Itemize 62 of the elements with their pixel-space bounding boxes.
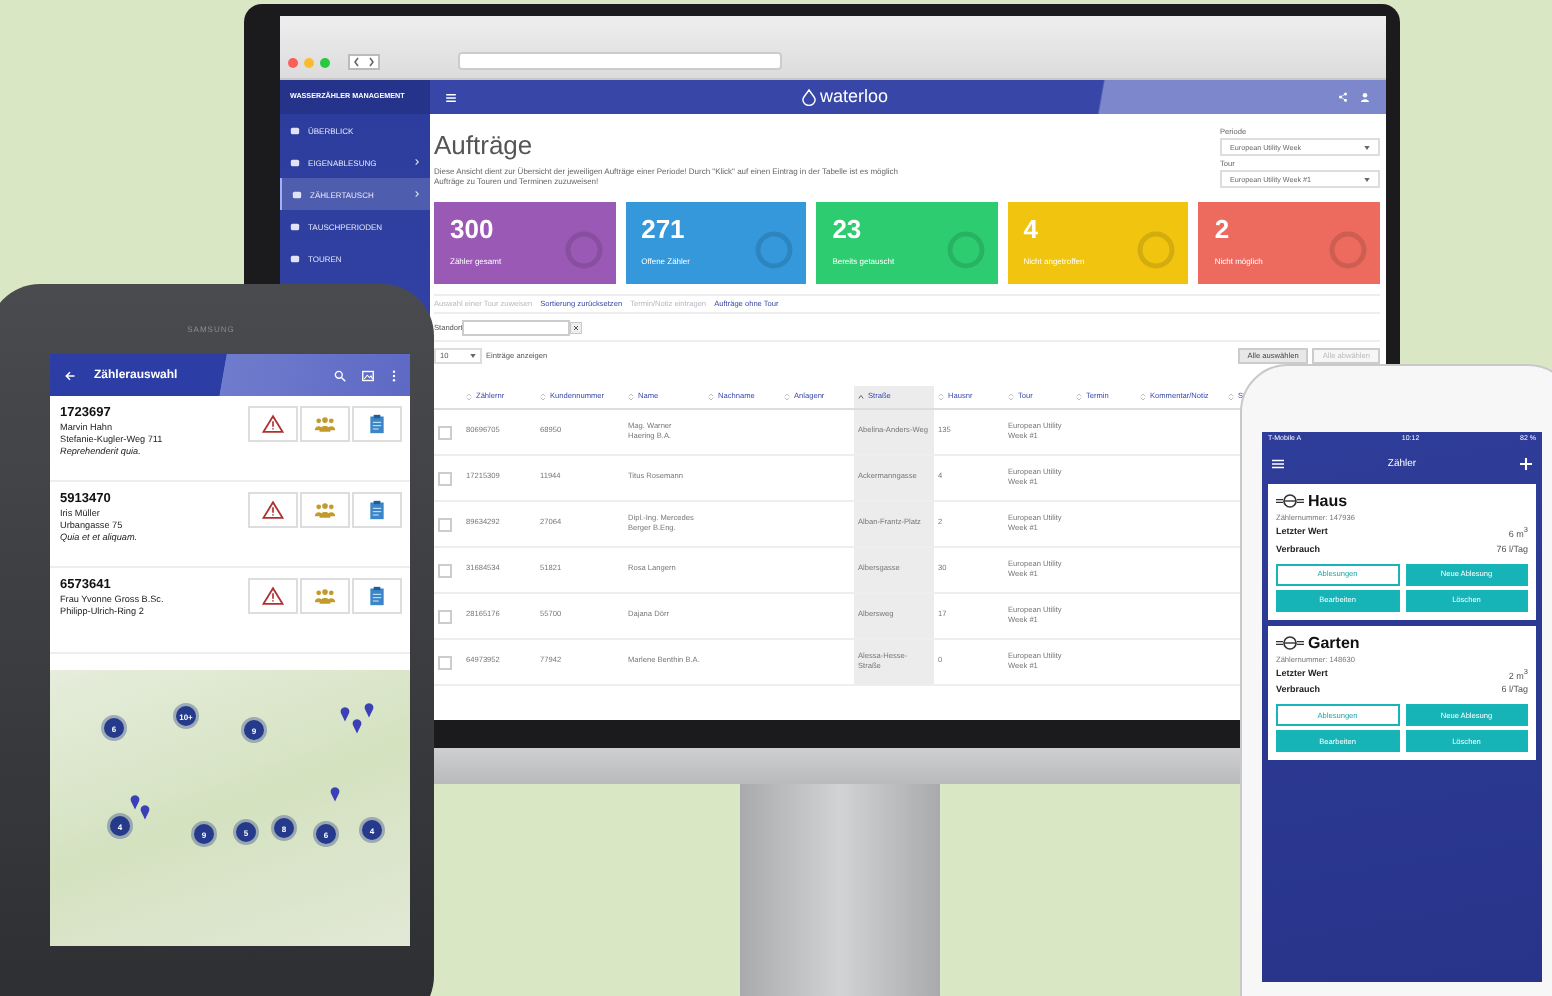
clear-icon[interactable] <box>570 321 583 333</box>
menu-icon[interactable] <box>446 93 456 101</box>
warning-icon <box>262 414 284 434</box>
warning-button[interactable] <box>248 406 298 442</box>
menu-item-icon <box>290 253 300 263</box>
drop-logo-icon <box>802 87 816 105</box>
map-pin-icon[interactable] <box>330 786 340 802</box>
window-zoom-button[interactable] <box>320 58 330 68</box>
clipboard-button[interactable] <box>352 578 402 614</box>
menu-icon[interactable] <box>1272 457 1284 469</box>
location-field[interactable] <box>462 319 571 335</box>
clipboard-button[interactable] <box>352 406 402 442</box>
menu-item-icon <box>290 157 300 167</box>
water-meter-icon <box>1276 635 1304 649</box>
people-icon <box>314 414 336 434</box>
clipboard-button[interactable] <box>352 492 402 528</box>
row-checkbox[interactable] <box>438 655 452 669</box>
caret-icon <box>1364 177 1370 181</box>
warning-icon <box>262 500 284 520</box>
people-icon <box>314 500 336 520</box>
user-icon[interactable] <box>1360 92 1370 102</box>
warning-button[interactable] <box>248 492 298 528</box>
map-pin-icon[interactable] <box>130 794 140 810</box>
back-arrow-icon[interactable] <box>64 369 76 381</box>
people-button[interactable] <box>300 492 350 528</box>
share-icon[interactable] <box>1338 92 1348 102</box>
circle-icon <box>1136 230 1177 270</box>
image-icon[interactable] <box>362 369 374 381</box>
window-close-button[interactable] <box>288 58 298 68</box>
people-button[interactable] <box>300 406 350 442</box>
map-pin-icon[interactable] <box>352 718 362 734</box>
menu-item-icon <box>290 221 300 231</box>
warning-icon <box>262 586 284 606</box>
menu-item-icon <box>290 125 300 135</box>
logo-text: waterloo <box>820 86 889 106</box>
circle-icon <box>754 230 795 270</box>
add-icon[interactable] <box>1520 457 1532 469</box>
clipboard-icon <box>366 414 388 434</box>
back-forward-icon[interactable] <box>348 54 380 70</box>
meter-name: Haus <box>1308 492 1348 510</box>
row-checkbox[interactable] <box>438 563 452 577</box>
people-button[interactable] <box>300 578 350 614</box>
clipboard-icon <box>366 500 388 520</box>
row-checkbox[interactable] <box>438 471 452 485</box>
row-checkbox[interactable] <box>438 425 452 439</box>
water-meter-icon <box>1276 494 1304 508</box>
map-pin-icon[interactable] <box>140 804 150 820</box>
page-title: Aufträge <box>434 130 535 160</box>
row-checkbox[interactable] <box>438 517 452 531</box>
circle-icon <box>945 230 986 270</box>
row-checkbox[interactable] <box>438 609 452 623</box>
menu-item-icon <box>292 189 302 199</box>
meter-name: Garten <box>1308 633 1360 651</box>
clipboard-icon <box>366 586 388 606</box>
warning-button[interactable] <box>248 578 298 614</box>
map-pin-icon[interactable] <box>364 702 374 718</box>
map-pin-icon[interactable] <box>340 706 350 722</box>
people-icon <box>314 586 336 606</box>
caret-icon <box>470 354 476 358</box>
search-icon[interactable] <box>334 369 346 381</box>
caret-icon <box>1364 145 1370 149</box>
circle-icon <box>1327 230 1368 270</box>
